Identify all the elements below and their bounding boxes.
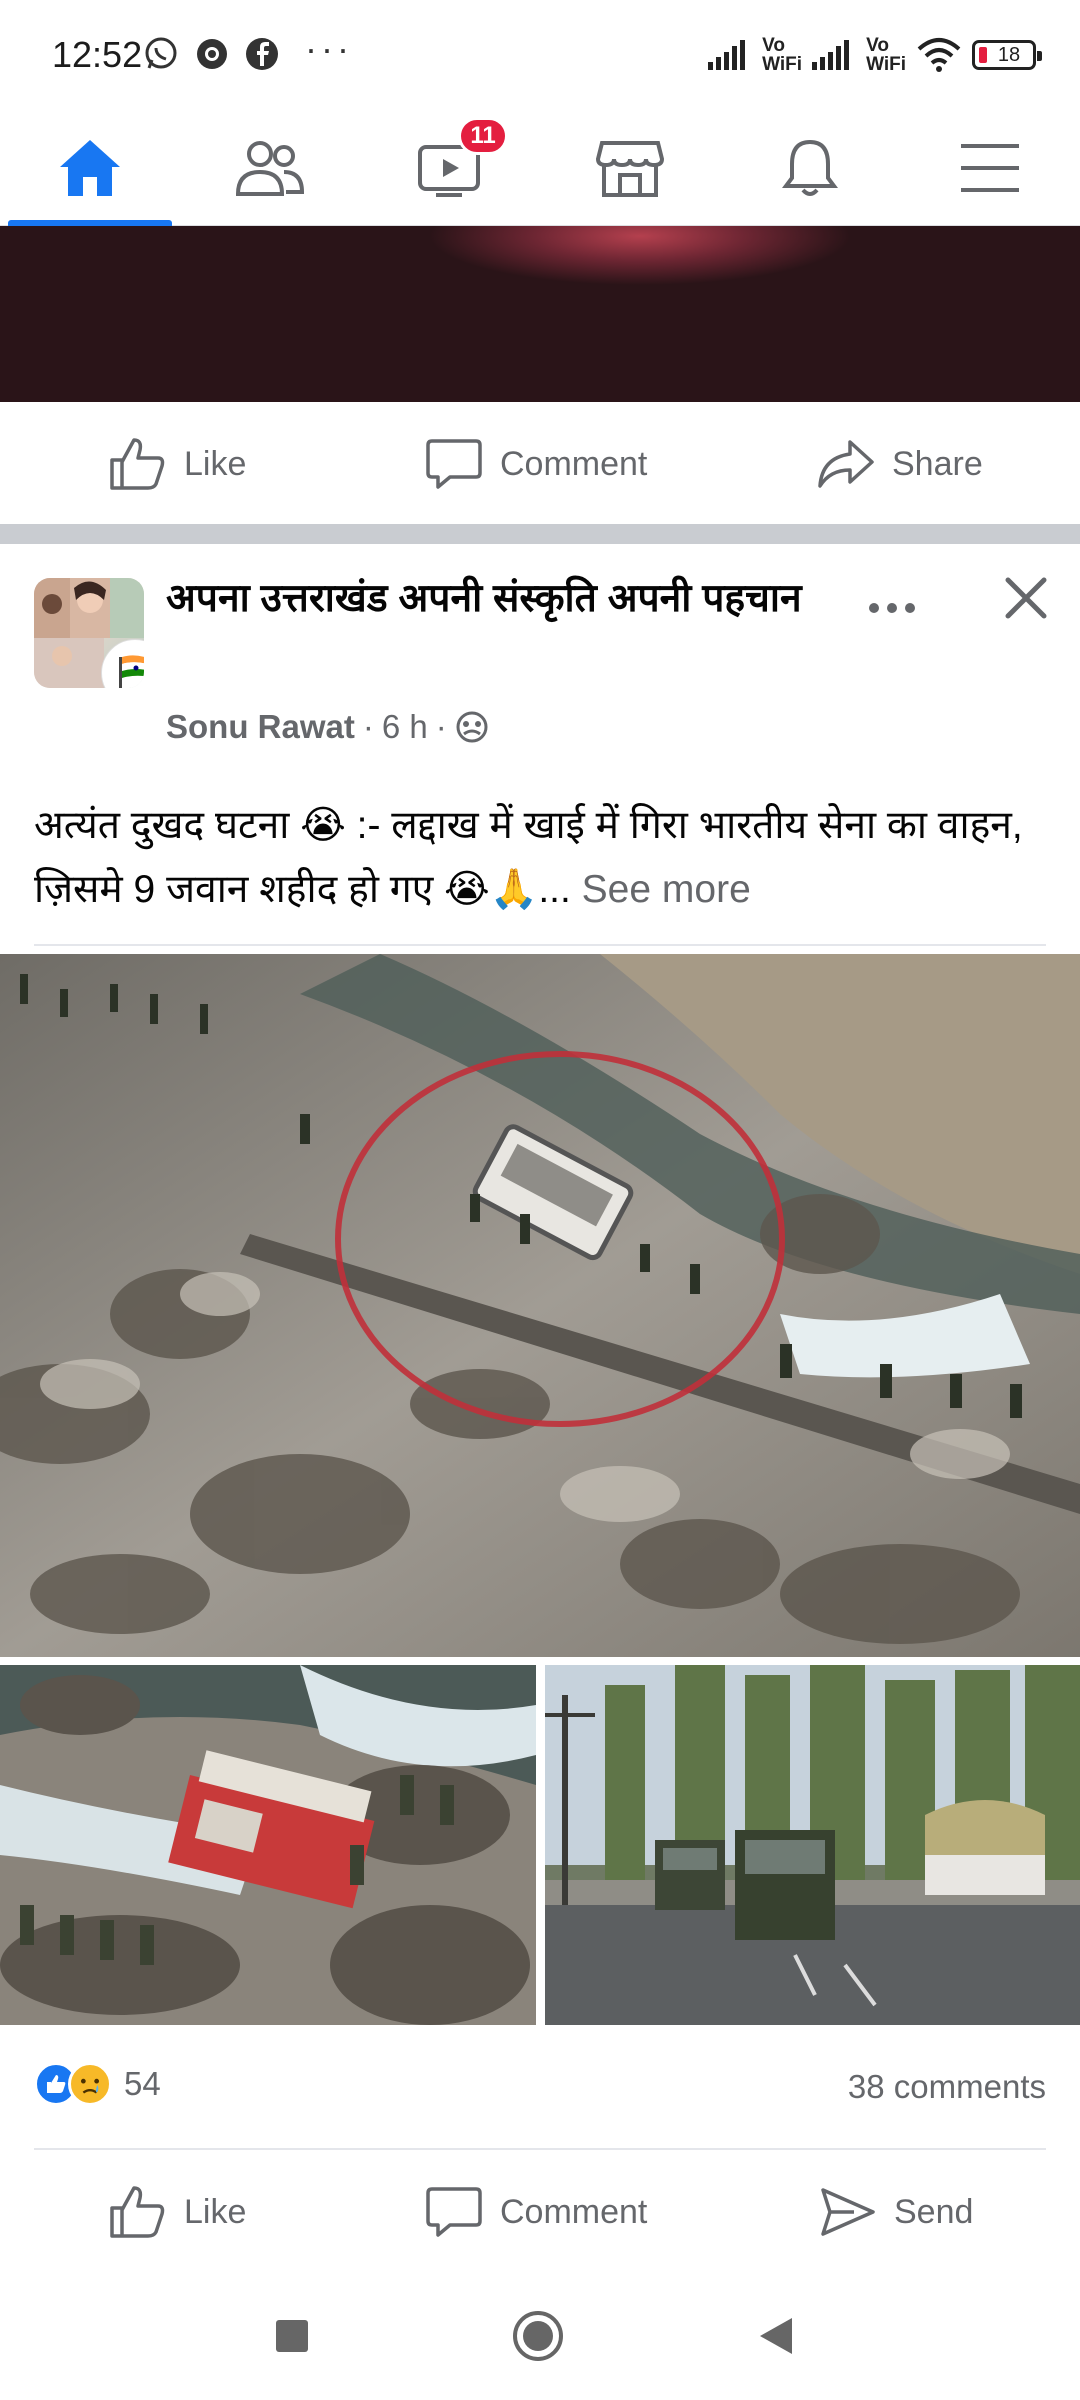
photo-2-illustration [0,1665,536,2025]
status-bar: 12:52 ··· Vo WiFi Vo WiFi 18 [0,0,1080,110]
post-photo-main[interactable] [0,954,1080,1657]
comment-button[interactable]: Comment [426,2150,647,2274]
signal-icon-2 [812,40,850,70]
prev-share-button[interactable]: Share [818,402,983,526]
whatsapp-icon [145,37,177,69]
tab-notifications[interactable] [720,110,900,226]
top-nav: 11 [0,110,1080,226]
text-ellipsis: ... [538,868,571,911]
menu-icon [961,144,1019,192]
tab-menu[interactable] [900,110,1080,226]
post-time[interactable]: 6 h [382,708,428,746]
feed-divider [0,524,1080,544]
prev-comment-label: Comment [500,444,648,483]
comment-icon [426,2187,482,2237]
group-name[interactable]: अपना उत्तराखंड अपनी संस्कृति अपनी पहचान [166,570,846,628]
like-icon [110,438,165,490]
back-icon[interactable] [758,2316,794,2356]
home-button-icon[interactable] [512,2310,564,2362]
like-icon [110,2186,165,2238]
watch-badge: 11 [458,117,508,155]
like-button[interactable]: Like [108,2150,246,2274]
post-photo-3[interactable] [545,1665,1080,2025]
system-nav-bar [0,2274,1080,2400]
meta-dot: · [362,708,374,745]
sad-reaction-icon [68,2062,112,2106]
prev-comment-button[interactable]: Comment [426,402,647,526]
tab-home[interactable] [0,110,180,226]
tab-marketplace[interactable] [540,110,720,226]
previous-post-actions: Like Comment Share [0,402,1080,526]
text-separator [34,944,1046,946]
reaction-count: 54 [124,2065,161,2102]
status-time: 12:52 [52,34,143,75]
battery-level: 18 [997,43,1021,66]
see-more-link[interactable]: See more [582,868,751,911]
prev-share-label: Share [892,444,983,483]
post-options-button[interactable] [868,580,916,625]
prev-like-label: Like [184,444,247,483]
tab-watch[interactable]: 11 [360,110,540,226]
post-header: अपना उत्तराखंड अपनी संस्कृति अपनी पहचान … [0,544,1080,764]
previous-post-media[interactable] [0,226,1080,402]
like-label: Like [184,2192,247,2231]
home-icon [60,140,120,196]
comment-label: Comment [500,2192,648,2231]
more-icon [869,603,915,613]
post-photo-2[interactable] [0,1665,536,2025]
comment-icon [426,439,482,489]
bell-icon [782,139,838,196]
group-avatar[interactable] [34,578,144,688]
marketplace-icon [596,141,664,197]
photo-main-illustration [0,954,1080,1657]
author-name[interactable]: Sonu Rawat [166,708,355,746]
post-text: अत्यंत दुखद घटना 😭 :- लद्दाख में खाई में… [34,794,1054,922]
post-body: अत्यंत दुखद घटना 😭 :- लद्दाख में खाई में… [34,804,1023,911]
photo-3-illustration [545,1665,1080,2025]
status-right: Vo WiFi Vo WiFi 18 [708,30,1042,80]
signal-icon [708,40,746,70]
facebook-icon [246,38,278,70]
close-icon[interactable] [1002,574,1050,622]
prev-like-button[interactable]: Like [108,402,246,526]
reactions-summary[interactable]: 54 [34,2062,161,2106]
more-notifications: ··· [305,28,353,69]
vowifi-label-2: Vo WiFi [866,35,906,75]
chrome-icon [197,39,227,69]
send-icon [821,2188,875,2236]
comments-count[interactable]: 38 comments [848,2068,1046,2106]
friends-icon [235,141,305,196]
meta-dot-2: · [435,708,447,745]
wifi-icon [917,38,961,72]
send-button[interactable]: Send [820,2150,973,2274]
post-meta: Sonu Rawat · 6 h · [166,708,489,746]
group-privacy-icon [456,711,488,743]
recents-icon[interactable] [274,2318,310,2354]
share-icon [818,440,874,488]
vowifi-label: Vo WiFi [762,35,803,75]
post-actions: Like Comment Send [0,2150,1080,2274]
tab-friends[interactable] [180,110,360,226]
send-label: Send [894,2192,974,2231]
battery-icon: 18 [972,40,1042,70]
